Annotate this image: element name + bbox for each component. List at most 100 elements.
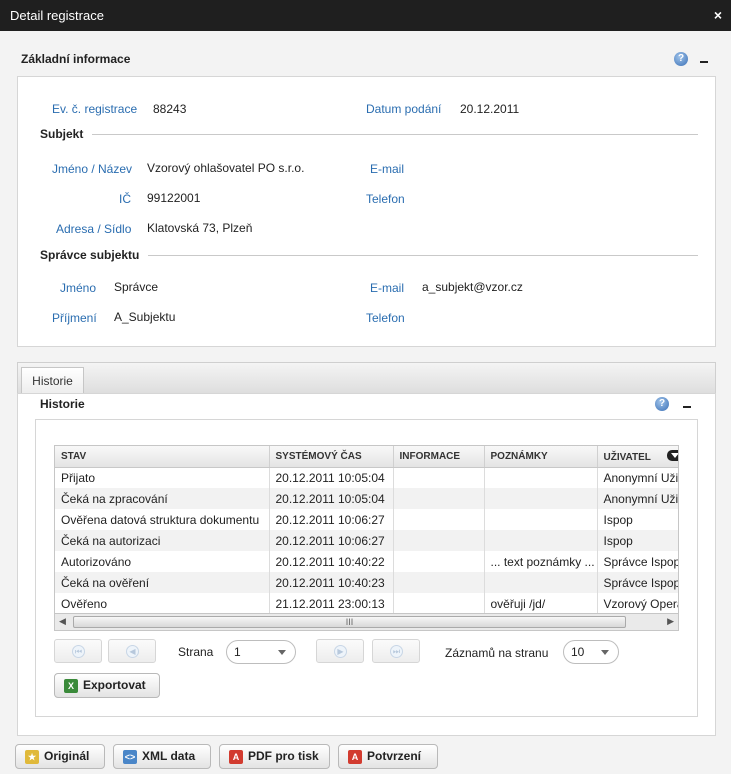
cell-user: Správce Ispop (597, 551, 678, 572)
pdf-icon: A (348, 750, 362, 764)
page-label: Strana (178, 645, 214, 659)
cell-notes (484, 509, 598, 530)
cell-stav: Přijato (55, 467, 270, 488)
next-page-button[interactable]: ▶ (316, 639, 364, 663)
last-page-icon: ⏭ (390, 645, 403, 658)
history-grid: STAV SYSTÉMOVÝ ČAS INFORMACE POZNÁMKY UŽ… (54, 445, 679, 631)
window-title: Detail registrace (10, 8, 104, 23)
table-row[interactable]: Čeká na autorizaci 20.12.2011 10:06:27 I… (55, 530, 678, 551)
pdf-print-button-label: PDF pro tisk (248, 749, 319, 763)
subject-ic-value: 99122001 (147, 191, 201, 205)
cell-user: Ispop (597, 530, 678, 551)
table-row[interactable]: Přijato 20.12.2011 10:05:04 Anonymní Uži… (55, 467, 678, 488)
cell-user: Anonymní Uživatel (597, 488, 678, 509)
xml-icon: <> (123, 750, 137, 764)
table-row[interactable]: Čeká na ověření 20.12.2011 10:40:23 Sprá… (55, 572, 678, 593)
cell-notes (484, 467, 598, 488)
cell-stav: Autorizováno (55, 551, 270, 572)
admin-email-label: E-mail (370, 281, 405, 295)
col-info[interactable]: INFORMACE (393, 446, 485, 468)
cell-time: 20.12.2011 10:40:22 (269, 551, 394, 572)
confirmation-button[interactable]: A Potvrzení (338, 744, 438, 769)
cell-info (393, 551, 485, 572)
col-stav[interactable]: STAV (55, 446, 270, 468)
close-icon[interactable]: × (714, 0, 722, 31)
admin-first-label: Jméno (60, 281, 97, 295)
cell-time: 20.12.2011 10:40:23 (269, 572, 394, 593)
col-notes[interactable]: POZNÁMKY (484, 446, 598, 468)
col-system-time[interactable]: SYSTÉMOVÝ ČAS (269, 446, 394, 468)
last-page-button[interactable]: ⏭ (372, 639, 420, 663)
table-row[interactable]: Autorizováno 20.12.2011 10:40:22 ... tex… (55, 551, 678, 572)
subject-ic-label: IČ (119, 192, 131, 206)
minimize-icon[interactable] (700, 61, 708, 63)
per-page-label: Záznamů na stranu (445, 646, 549, 660)
cell-notes (484, 572, 598, 593)
pdf-icon: A (229, 750, 243, 764)
cell-time: 20.12.2011 10:06:27 (269, 509, 394, 530)
horizontal-scrollbar[interactable]: ◀ III ▶ (54, 613, 679, 631)
next-page-icon: ▶ (334, 645, 347, 658)
evc-value: 88243 (153, 102, 187, 116)
cell-time: 20.12.2011 10:05:04 (269, 467, 394, 488)
cell-time: 20.12.2011 10:05:04 (269, 488, 394, 509)
column-menu-icon[interactable] (666, 450, 678, 462)
subject-heading: Subjekt (40, 127, 84, 141)
table-row[interactable]: Ověřena datová struktura dokumentu 20.12… (55, 509, 678, 530)
cell-info (393, 593, 485, 614)
prev-page-button[interactable]: ◀ (108, 639, 156, 663)
date-value: 20.12.2011 (460, 102, 520, 116)
evc-label: Ev. č. registrace (52, 102, 138, 116)
cell-user: Správce Ispop (597, 572, 678, 593)
col-user[interactable]: UŽIVATEL (597, 446, 678, 468)
export-button[interactable]: X Exportovat (54, 673, 160, 698)
pdf-print-button[interactable]: A PDF pro tisk (219, 744, 330, 769)
scroll-left-icon[interactable]: ◀ (59, 616, 66, 627)
subject-email-label: E-mail (370, 162, 405, 176)
help-icon[interactable]: ? (674, 52, 688, 66)
subject-address-value: Klatovská 73, Plzeň (147, 221, 253, 235)
admin-last-value: A_Subjektu (114, 310, 176, 324)
page-select[interactable]: 1 (226, 640, 296, 664)
subject-phone-label: Telefon (366, 192, 405, 206)
minimize-icon[interactable] (683, 406, 691, 408)
excel-icon: X (64, 679, 78, 693)
table-header-row: STAV SYSTÉMOVÝ ČAS INFORMACE POZNÁMKY UŽ… (55, 446, 678, 468)
chevron-down-icon (278, 650, 286, 655)
xml-data-button-label: XML data (142, 749, 196, 763)
tab-historie[interactable]: Historie (21, 367, 84, 395)
admin-phone-label: Telefon (366, 311, 405, 325)
xml-data-button[interactable]: <> XML data (113, 744, 211, 769)
subject-name-label: Jméno / Název (52, 162, 133, 176)
basic-info-title: Základní informace (21, 52, 131, 66)
cell-stav: Ověřeno (55, 593, 270, 614)
table-row[interactable]: Ověřeno 21.12.2011 23:00:13 ověřuji /jd/… (55, 593, 678, 614)
cell-stav: Čeká na ověření (55, 572, 270, 593)
history-title: Historie (40, 397, 85, 411)
chevron-down-icon (601, 650, 609, 655)
cell-notes (484, 488, 598, 509)
per-page-select[interactable]: 10 (563, 640, 619, 664)
cell-notes: ... text poznámky ... (484, 551, 598, 572)
scrollbar-thumb[interactable]: III (73, 616, 626, 628)
subject-address-label: Adresa / Sídlo (56, 222, 132, 236)
scroll-right-icon[interactable]: ▶ (667, 616, 674, 627)
date-label: Datum podání (366, 102, 442, 116)
help-icon[interactable]: ? (655, 397, 669, 411)
admin-heading: Správce subjektu (40, 248, 140, 262)
cell-time: 21.12.2011 23:00:13 (269, 593, 394, 614)
admin-email-value: a_subjekt@vzor.cz (422, 280, 523, 294)
confirmation-button-label: Potvrzení (367, 749, 422, 763)
first-page-icon: ⏮ (72, 645, 85, 658)
table-row[interactable]: Čeká na zpracování 20.12.2011 10:05:04 A… (55, 488, 678, 509)
original-button[interactable]: ★ Originál (15, 744, 105, 769)
admin-first-value: Správce (114, 280, 159, 294)
certificate-icon: ★ (25, 750, 39, 764)
admin-last-label: Příjmení (52, 311, 97, 325)
first-page-button[interactable]: ⏮ (54, 639, 102, 663)
original-button-label: Originál (44, 749, 90, 763)
subject-name-value: Vzorový ohlašovatel PO s.r.o. (147, 161, 305, 175)
cell-info (393, 488, 485, 509)
cell-stav: Čeká na autorizaci (55, 530, 270, 551)
subject-divider (92, 134, 698, 135)
